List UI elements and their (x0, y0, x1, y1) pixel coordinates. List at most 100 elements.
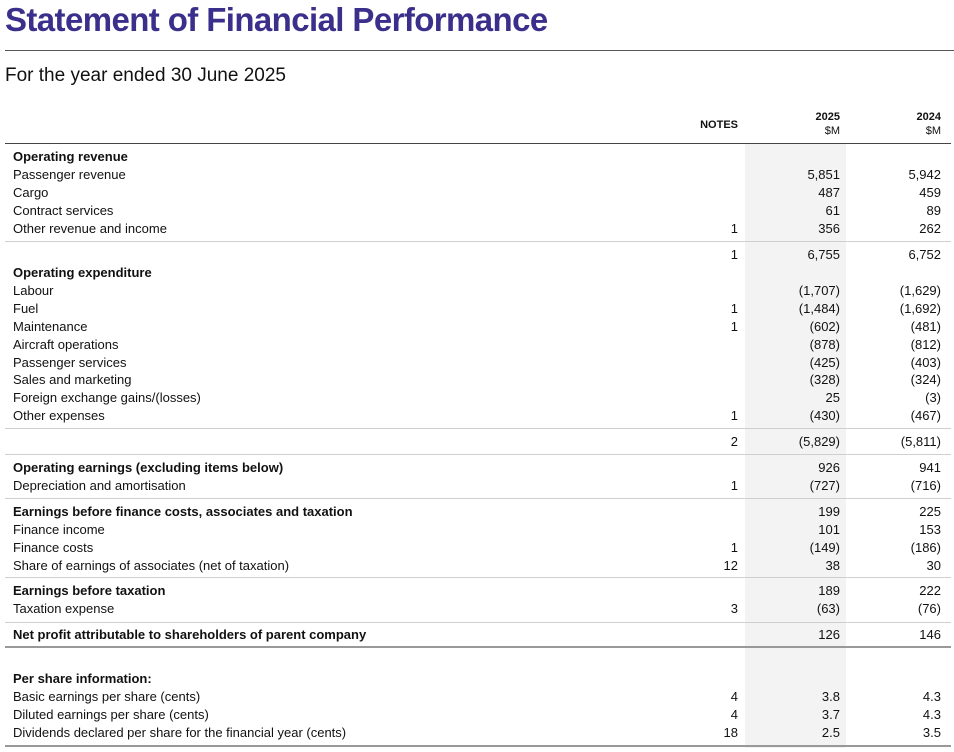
page-subtitle: For the year ended 30 June 2025 (5, 65, 286, 86)
table-row: Aircraft operations (878) (812) (0, 336, 954, 354)
row-label: Other revenue and income (13, 221, 167, 236)
value-2024: 222 (919, 583, 941, 598)
row-label: Operating earnings (excluding items belo… (13, 460, 284, 475)
row-label: Basic earnings per share (cents) (13, 689, 201, 704)
value-2024: 459 (919, 185, 941, 200)
value-2024: (716) (910, 478, 941, 493)
value-2024: (467) (910, 408, 941, 423)
row-note: 4 (730, 707, 738, 722)
column-header-2025: 2025 $M (760, 110, 840, 138)
value-2024: (1,629) (899, 283, 941, 298)
value-2024: 262 (919, 221, 941, 236)
value-2025: 5,851 (807, 167, 840, 182)
row-label: Foreign exchange gains/(losses) (13, 390, 201, 405)
column-unit-2024: $M (925, 125, 941, 137)
value-2025: 3.7 (821, 707, 840, 722)
row-label: Fuel (13, 301, 39, 316)
row-label: Labour (13, 283, 54, 298)
table-row: Per share information: (0, 670, 954, 688)
row-divider (5, 622, 951, 623)
value-2024: 3.5 (922, 725, 941, 740)
value-2024: 941 (919, 460, 941, 475)
value-2024: 146 (919, 627, 941, 642)
row-note: 1 (730, 221, 738, 236)
table-row: Finance costs 1 (149) (186) (0, 539, 954, 557)
table-row: Passenger revenue 5,851 5,942 (0, 166, 954, 184)
value-2024: (3) (925, 390, 941, 405)
row-note: 1 (730, 301, 738, 316)
value-2025: (1,707) (798, 283, 840, 298)
value-2024: (76) (917, 601, 941, 616)
table-row: Earnings before taxation 189 222 (0, 582, 954, 600)
column-year-2024: 2024 (916, 111, 941, 123)
table-row: Earnings before finance costs, associate… (0, 503, 954, 521)
row-divider (5, 241, 951, 242)
table-row: Sales and marketing (328) (324) (0, 371, 954, 389)
table-row: Dividends declared per share for the fin… (0, 724, 954, 742)
row-label: Earnings before taxation (13, 583, 166, 598)
value-2025: 6,755 (807, 247, 840, 262)
table-row: Foreign exchange gains/(losses) 25 (3) (0, 389, 954, 407)
table-row: Operating expenditure (0, 264, 954, 282)
table-row: Labour (1,707) (1,629) (0, 282, 954, 300)
value-2025: 189 (818, 583, 840, 598)
row-label: Passenger revenue (13, 167, 126, 182)
table-row: Diluted earnings per share (cents) 4 3.7 4.… (0, 706, 954, 724)
value-2025: (149) (809, 540, 840, 555)
value-2025: (602) (809, 319, 840, 334)
value-2025: 2.5 (821, 725, 840, 740)
table-row: Passenger services (425) (403) (0, 354, 954, 372)
table-row: Taxation expense 3 (63) (76) (0, 600, 954, 618)
value-2024: (403) (910, 355, 941, 370)
row-label: Sales and marketing (13, 372, 132, 387)
table-row: Fuel 1 (1,484) (1,692) (0, 300, 954, 318)
row-note: 2 (730, 434, 738, 449)
row-divider (5, 498, 951, 499)
row-label: Dividends declared per share for the fin… (13, 725, 347, 740)
value-2024: 89 (926, 203, 941, 218)
value-2025: 101 (818, 522, 840, 537)
column-header-2024: 2024 $M (860, 110, 941, 138)
value-2025: 487 (818, 185, 840, 200)
row-label: Depreciation and amortisation (13, 478, 186, 493)
value-2025: (1,484) (798, 301, 840, 316)
row-label: Maintenance (13, 319, 88, 334)
value-2024: 30 (926, 558, 941, 573)
value-2024: 6,752 (908, 247, 941, 262)
value-2025: 25 (825, 390, 840, 405)
row-divider (5, 577, 951, 578)
value-2025: (430) (809, 408, 840, 423)
row-divider (5, 428, 951, 429)
column-year-2025: 2025 (815, 111, 840, 123)
row-divider (5, 454, 951, 455)
row-note: 18 (723, 725, 738, 740)
row-note: 12 (723, 558, 738, 573)
row-label: Net profit attributable to shareholders … (13, 627, 367, 642)
row-note: 1 (730, 319, 738, 334)
value-2024: (1,692) (899, 301, 941, 316)
value-2024: 5,942 (908, 167, 941, 182)
table-row: Other expenses 1 (430) (467) (0, 407, 954, 425)
table-row: Other revenue and income 1 356 262 (0, 220, 954, 238)
value-2024: (812) (910, 337, 941, 352)
table-row: Cargo 487 459 (0, 184, 954, 202)
row-label: Other expenses (13, 408, 105, 423)
value-2025: (328) (809, 372, 840, 387)
row-label: Cargo (13, 185, 49, 200)
row-label: Diluted earnings per share (cents) (13, 707, 209, 722)
value-2024: 4.3 (922, 689, 941, 704)
value-2024: 153 (919, 522, 941, 537)
value-2025: 926 (818, 460, 840, 475)
table-row: Basic earnings per share (cents) 4 3.8 4.3 (0, 688, 954, 706)
table-row: 2 (5,829) (5,811) (0, 433, 954, 451)
value-2025: 3.8 (821, 689, 840, 704)
row-note: 3 (730, 601, 738, 616)
value-2025: (5,829) (798, 434, 840, 449)
value-2024: 225 (919, 504, 941, 519)
row-label: Passenger services (13, 355, 127, 370)
column-unit-2025: $M (824, 125, 840, 137)
table-row: Share of earnings of associates (net of … (0, 557, 954, 575)
value-2024: 4.3 (922, 707, 941, 722)
value-2025: 126 (818, 627, 840, 642)
value-2025: 38 (825, 558, 840, 573)
